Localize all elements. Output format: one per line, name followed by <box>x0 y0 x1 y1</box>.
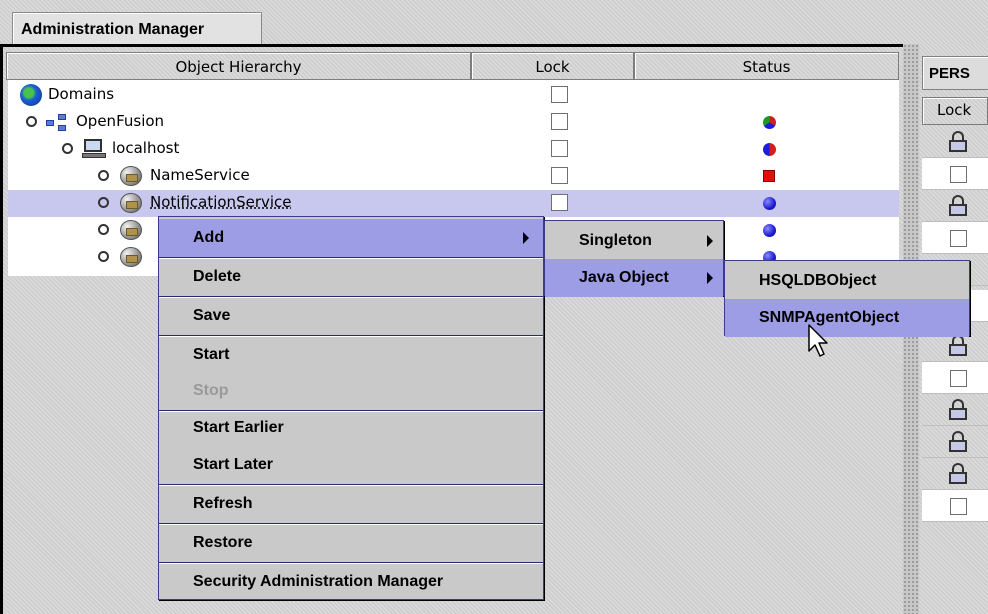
submenu-arrow-icon <box>707 235 713 247</box>
tree-row-nameservice[interactable]: NameService <box>8 163 899 190</box>
lock-icon <box>949 431 967 453</box>
lock-cell[interactable] <box>922 190 988 222</box>
expand-key-icon[interactable] <box>26 116 37 127</box>
tree-row-label: NotificationService <box>150 193 292 211</box>
submenu-arrow-icon <box>707 272 713 284</box>
lock-checkbox[interactable] <box>950 166 967 183</box>
lock-icon <box>949 195 967 217</box>
menu-item-security-administration-manager[interactable]: Security Administration Manager <box>159 563 543 601</box>
tree-row-label: NameService <box>150 166 250 184</box>
menu-item-stop: Stop <box>193 382 229 399</box>
menu-item-start-earlier[interactable]: Start Earlier <box>159 409 543 447</box>
lock-checkbox[interactable] <box>551 113 568 130</box>
column-header-status[interactable]: Status <box>634 52 899 80</box>
context-menu: Add Delete Save Start Stop Start Earlier… <box>158 216 544 600</box>
status-mixed-icon <box>763 116 776 129</box>
tree-table-header: Object Hierarchy Lock Status <box>6 52 899 80</box>
lock-cell[interactable] <box>922 222 988 254</box>
menu-item-hsqldbobject[interactable]: HSQLDBObject <box>725 262 969 300</box>
tree-row-label: OpenFusion <box>76 112 165 130</box>
key-icon[interactable] <box>98 197 109 208</box>
lock-icon <box>949 463 967 485</box>
java-object-submenu: HSQLDBObject SNMPAgentObject <box>724 260 970 337</box>
menu-item-save[interactable]: Save <box>159 297 543 335</box>
menu-item-snmpagentobject[interactable]: SNMPAgentObject <box>725 299 969 337</box>
key-icon[interactable] <box>98 170 109 181</box>
status-running-icon <box>763 224 776 237</box>
menu-item-start-later[interactable]: Start Later <box>159 446 543 484</box>
column-header-lock[interactable]: Lock <box>471 52 634 80</box>
lock-icon <box>949 335 967 357</box>
menu-item-delete[interactable]: Delete <box>159 258 543 296</box>
menu-item-java-object[interactable]: Java Object <box>545 259 723 297</box>
lock-checkbox[interactable] <box>551 167 568 184</box>
tab-administration-manager[interactable]: Administration Manager <box>12 12 262 44</box>
lock-checkbox[interactable] <box>950 498 967 515</box>
lock-cell[interactable] <box>922 126 988 158</box>
menu-item-label: Add <box>193 229 225 246</box>
tree-row-label: localhost <box>112 139 180 157</box>
lock-cell[interactable] <box>922 458 988 490</box>
column-header-object-hierarchy[interactable]: Object Hierarchy <box>6 52 471 80</box>
service-icon <box>120 220 142 240</box>
menu-item-restore[interactable]: Restore <box>159 524 543 562</box>
menu-item-label: Singleton <box>579 232 652 249</box>
tree-row-label: Domains <box>48 85 115 103</box>
tree-row-localhost[interactable]: localhost <box>8 136 899 163</box>
tree-row-domains[interactable]: Domains <box>8 82 899 109</box>
tree-row-notificationservice[interactable]: NotificationService <box>8 190 899 217</box>
lock-checkbox[interactable] <box>551 194 568 211</box>
key-icon[interactable] <box>98 251 109 262</box>
menu-item-add[interactable]: Add <box>159 219 543 257</box>
lock-cell[interactable] <box>922 362 988 394</box>
service-icon <box>120 166 142 186</box>
mouse-cursor-icon <box>808 324 828 357</box>
service-icon <box>120 247 142 267</box>
expand-key-icon[interactable] <box>62 143 73 154</box>
service-icon <box>120 193 142 213</box>
network-nodes-icon <box>46 114 70 132</box>
computer-icon <box>82 139 106 159</box>
status-stopped-icon <box>763 170 775 182</box>
lock-checkbox[interactable] <box>551 86 568 103</box>
add-submenu: Singleton Java Object <box>544 220 724 297</box>
lock-checkbox[interactable] <box>950 370 967 387</box>
submenu-arrow-icon <box>523 232 529 244</box>
tree-row-openfusion[interactable]: OpenFusion <box>8 109 899 136</box>
lock-cell[interactable] <box>922 426 988 458</box>
key-icon[interactable] <box>98 224 109 235</box>
lock-icon <box>949 399 967 421</box>
status-partial-icon <box>763 143 776 156</box>
lock-cell[interactable] <box>922 158 988 190</box>
menu-item-singleton[interactable]: Singleton <box>545 222 723 260</box>
globe-icon <box>20 84 42 106</box>
lock-cell[interactable] <box>922 394 988 426</box>
menu-item-refresh[interactable]: Refresh <box>159 485 543 523</box>
menu-item-label: Java Object <box>579 269 669 286</box>
lock-checkbox[interactable] <box>950 230 967 247</box>
tab-pers[interactable]: PERS <box>922 56 988 90</box>
lock-checkbox[interactable] <box>551 140 568 157</box>
menu-item-start[interactable]: Start <box>159 336 543 374</box>
lock-cell[interactable] <box>922 490 988 522</box>
status-running-icon <box>763 197 776 210</box>
lock-icon <box>949 131 967 153</box>
column-header-lock-right[interactable]: Lock <box>922 97 988 125</box>
